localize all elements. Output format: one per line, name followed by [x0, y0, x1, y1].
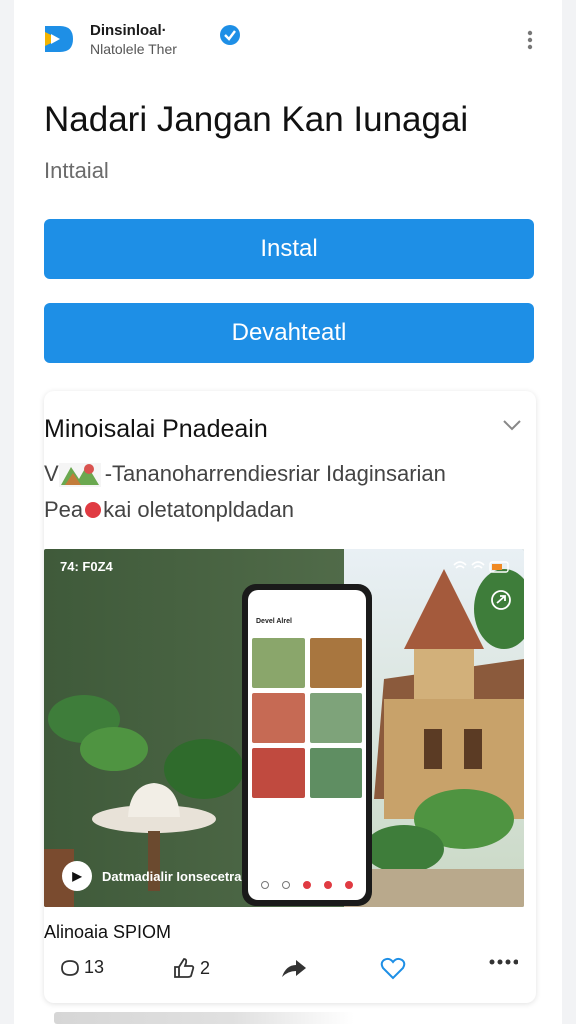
next-post-peek — [54, 1012, 354, 1024]
phone-screen: Devel Alrel — [248, 590, 366, 900]
like-button[interactable]: 2 — [172, 957, 210, 979]
phone-photo-grid — [252, 638, 362, 798]
horizontal-dots-icon — [489, 959, 518, 965]
status-bar-icons — [453, 561, 509, 573]
phone-nav-dot — [281, 881, 290, 889]
share-icon[interactable] — [490, 589, 512, 611]
post-line2-prefix: Pea — [44, 497, 84, 522]
more-button[interactable] — [488, 957, 522, 967]
app-header: Dinsinloal· Nlatolele Ther — [14, 0, 562, 80]
status-bar-time: 74: F0Z4 — [60, 559, 113, 574]
forward-icon — [282, 960, 306, 977]
app-logo-icon[interactable] — [42, 22, 76, 56]
chevron-down-icon[interactable] — [502, 417, 522, 433]
phone-app-header: Devel Alrel — [256, 618, 292, 625]
post-title: Minoisalai Pnadeain — [44, 415, 268, 443]
like-count: 2 — [200, 957, 211, 978]
phone-nav-bar — [254, 878, 360, 892]
phone-tile — [309, 748, 362, 798]
phone-tile — [252, 693, 305, 743]
app-page: Dinsinloal· Nlatolele Ther Nadari Jangan… — [14, 0, 562, 1024]
phone-mockup: Devel Alrel — [242, 584, 372, 906]
vertical-dots-icon[interactable] — [520, 28, 540, 52]
favorite-button[interactable] — [380, 957, 410, 981]
comment-count: 13 — [84, 957, 105, 977]
post-card: Minoisalai Pnadeain V -Tananoharrendiesr… — [44, 391, 536, 1003]
phone-tile — [309, 638, 362, 688]
post-line2-suffix: kai oletatonpldadan — [103, 497, 294, 522]
media-caption: ▶ Datmadialir Ionsecetra — [62, 861, 241, 891]
phone-nav-dot — [260, 881, 269, 889]
page-title: Nadari Jangan Kan Iunagai — [44, 100, 469, 139]
post-meta-line: Pea kai oletatonpldadan — [44, 497, 294, 523]
post-line1-text: -Tananoharrendiesriar Idaginsarian — [104, 461, 446, 486]
app-name: Dinsinloal· — [90, 22, 167, 39]
play-icon[interactable]: ▶ — [62, 861, 92, 891]
phone-tile — [252, 748, 305, 798]
thumbnail-icon — [58, 463, 101, 487]
phone-nav-dot — [324, 881, 333, 889]
thumbs-up-icon — [174, 958, 195, 978]
post-description-line: V -Tananoharrendiesriar Idaginsarian — [44, 459, 446, 489]
phone-nav-dot — [302, 881, 311, 889]
download-button[interactable]: Devahteatl — [44, 303, 534, 363]
comment-button[interactable]: 13 — [60, 957, 104, 978]
forward-button[interactable] — [280, 957, 312, 981]
media-caption-text: Datmadialir Ionsecetra — [102, 868, 242, 884]
phone-nav-dot — [345, 881, 354, 889]
verified-badge-icon — [220, 25, 240, 45]
install-button[interactable]: Instal — [44, 219, 534, 279]
app-subtitle: Nlatolele Ther — [90, 41, 177, 57]
phone-tile — [252, 638, 305, 688]
notification-dot — [85, 502, 102, 518]
page-subtitle: Inttaial — [44, 158, 109, 183]
phone-tile — [309, 693, 362, 743]
post-actions: 13 2 — [44, 957, 524, 987]
post-footer-label: Alinoaia SPIOM — [44, 922, 172, 942]
comment-icon — [61, 959, 79, 976]
heart-icon — [380, 957, 406, 980]
post-media[interactable]: 74: F0Z4 Devel Alrel ▶ Datmadialir Ionse… — [44, 549, 524, 907]
